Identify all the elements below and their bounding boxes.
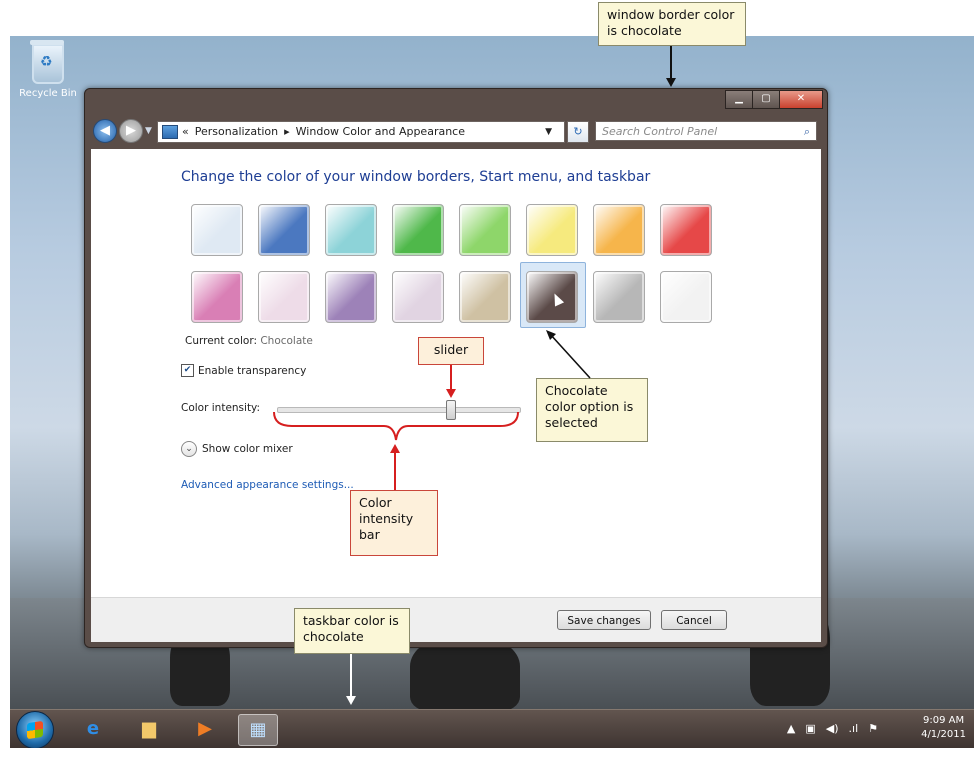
action-center-icon[interactable]: ▣ — [805, 722, 815, 735]
volume-icon[interactable]: ◀) — [826, 722, 839, 735]
callout-arrow-line — [549, 333, 591, 379]
callout-arrow — [546, 330, 591, 379]
close-button[interactable]: ✕ — [779, 90, 823, 109]
color-swatch[interactable] — [325, 271, 377, 323]
chevron-down-icon[interactable]: ⌄ — [181, 441, 197, 457]
forward-button[interactable]: ▶ — [119, 119, 143, 143]
network-icon[interactable]: .ıl — [849, 722, 859, 735]
color-swatch[interactable] — [459, 271, 511, 323]
clock-time: 9:09 AM — [922, 715, 965, 726]
callout-intensity-bar: Color intensity bar — [350, 490, 438, 556]
advanced-appearance-link[interactable]: Advanced appearance settings... — [181, 479, 354, 491]
search-icon[interactable]: ⌕ — [804, 122, 810, 142]
current-color-label: Current color: — [185, 335, 257, 347]
callout-taskbar: taskbar color is chocolate — [294, 608, 410, 654]
color-swatch[interactable] — [258, 204, 310, 256]
clock[interactable]: 9:09 AM 4/1/2011 — [921, 714, 966, 742]
color-swatch[interactable] — [392, 271, 444, 323]
callout-chocolate: Chocolate color option is selected — [536, 378, 648, 442]
control-panel-icon — [162, 125, 178, 139]
navigation-buttons: ◀ ▶ ▼ — [93, 119, 152, 143]
color-swatch[interactable] — [660, 271, 712, 323]
recycle-bin[interactable]: Recycle Bin — [18, 40, 78, 99]
dialog-footer: Save changes Cancel — [91, 597, 821, 642]
clock-date: 4/1/2011 — [921, 729, 966, 740]
current-color-readout: Current color: Chocolate — [185, 335, 313, 347]
save-changes-button[interactable]: Save changes — [557, 610, 651, 630]
media-player-icon[interactable]: ▶ — [186, 714, 224, 744]
callout-window-border: window border color is chocolate — [598, 2, 746, 46]
current-color-value: Chocolate — [260, 335, 313, 347]
windows-explorer-icon[interactable]: ▆ — [130, 714, 168, 744]
system-tray: ▲ ▣ ◀) .ıl ⚑ — [787, 722, 878, 735]
minimize-button[interactable]: ▁ — [725, 90, 753, 109]
caption-buttons: ▁ ▢ ✕ — [725, 90, 823, 109]
cancel-button[interactable]: Cancel — [661, 610, 727, 630]
recycle-bin-label: Recycle Bin — [19, 88, 77, 99]
enable-transparency-checkbox[interactable]: ✔ — [181, 364, 194, 377]
internet-explorer-icon[interactable]: e — [74, 714, 112, 744]
refresh-button[interactable]: ↻ — [567, 121, 589, 143]
color-intensity-label: Color intensity: — [181, 402, 261, 414]
intensity-bracket-path — [273, 411, 519, 441]
color-swatch[interactable] — [191, 204, 243, 256]
callout-slider: slider — [418, 337, 484, 365]
color-swatch[interactable] — [325, 204, 377, 256]
start-button[interactable] — [16, 711, 54, 748]
callout-arrowhead — [666, 78, 676, 87]
address-dropdown-icon[interactable]: ▼ — [545, 122, 552, 142]
search-input[interactable]: Search Control Panel ⌕ — [595, 121, 817, 141]
callout-arrowhead — [346, 696, 356, 705]
color-swatch[interactable] — [258, 271, 310, 323]
recycle-bin-icon — [30, 40, 64, 84]
control-panel-taskbar-icon[interactable]: ▦ — [238, 714, 278, 746]
callout-arrowhead — [390, 444, 400, 453]
color-swatch[interactable] — [526, 204, 578, 256]
color-swatch[interactable] — [191, 271, 243, 323]
content-area: Change the color of your window borders,… — [91, 149, 821, 597]
color-swatch[interactable] — [593, 271, 645, 323]
address-crumb-current[interactable]: Window Color and Appearance — [296, 122, 465, 142]
color-swatch[interactable] — [660, 204, 712, 256]
callout-arrow — [350, 654, 352, 698]
callout-arrow — [670, 46, 672, 80]
callout-arrow — [394, 452, 396, 490]
maximize-button[interactable]: ▢ — [752, 90, 780, 109]
show-hidden-icons-icon[interactable]: ▲ — [787, 722, 795, 735]
color-swatch[interactable] — [392, 204, 444, 256]
back-button[interactable]: ◀ — [93, 119, 117, 143]
search-placeholder: Search Control Panel — [602, 125, 718, 138]
address-bar[interactable]: « Personalization ▸ Window Color and App… — [157, 121, 565, 143]
flag-icon[interactable]: ⚑ — [868, 722, 878, 735]
page-title: Change the color of your window borders,… — [181, 169, 651, 185]
address-crumb-personalization[interactable]: Personalization — [195, 122, 278, 142]
color-swatch[interactable] — [459, 204, 511, 256]
callout-arrow — [450, 365, 452, 391]
control-panel-window: ▁ ▢ ✕ ◀ ▶ ▼ « Personalization ▸ Window C… — [84, 88, 828, 648]
recent-pages-dropdown[interactable]: ▼ — [145, 126, 152, 136]
enable-transparency[interactable]: ✔ Enable transparency — [181, 364, 306, 377]
address-separator[interactable]: ▸ — [284, 122, 290, 142]
enable-transparency-label: Enable transparency — [198, 364, 307, 377]
color-swatch[interactable] — [593, 204, 645, 256]
taskbar: e ▆ ▶ ▦ ▲ ▣ ◀) .ıl ⚑ 9:09 AM 4/1/2011 — [10, 709, 974, 748]
address-overflow[interactable]: « — [182, 122, 189, 142]
callout-arrowhead — [446, 389, 456, 398]
